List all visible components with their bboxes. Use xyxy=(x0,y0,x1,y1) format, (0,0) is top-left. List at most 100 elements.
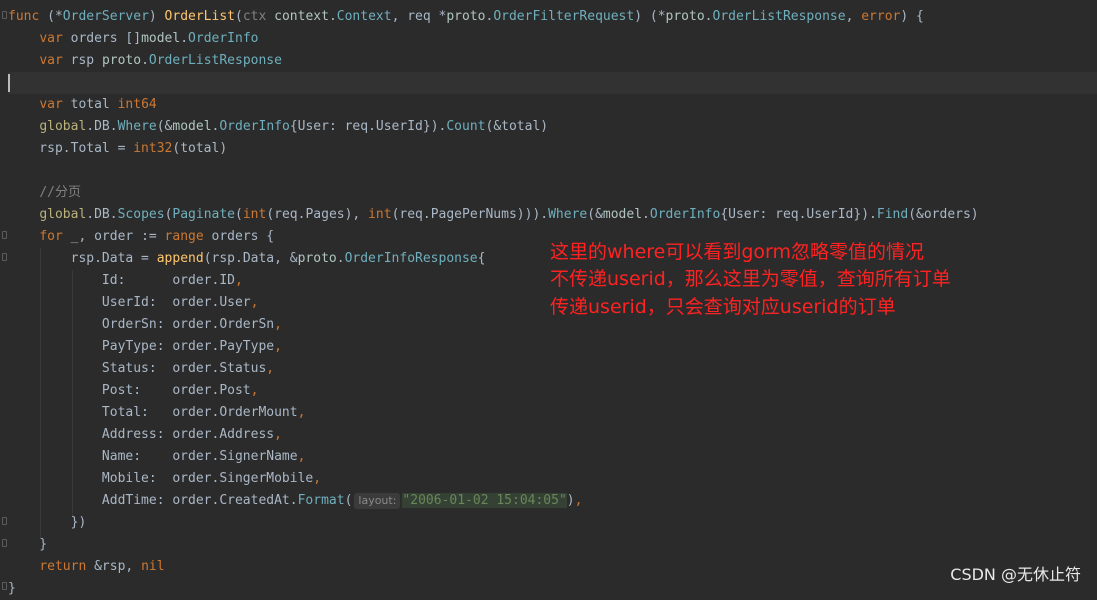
code-token: . xyxy=(86,207,95,222)
code-token: global xyxy=(39,207,87,222)
code-token: (&total) xyxy=(485,119,549,134)
code-line[interactable]: }) xyxy=(8,512,87,534)
code-token: . xyxy=(109,119,118,134)
code-line[interactable]: //分页 xyxy=(8,182,81,204)
code-token: "2006-01-02 15:04:05" xyxy=(402,493,567,508)
code-line[interactable]: Status: order.Status, xyxy=(8,358,274,380)
code-token: (rsp.Data, & xyxy=(203,251,298,266)
annotation-line-2: 不传递userid，那么这里为零值，查询所有订单 xyxy=(550,268,951,290)
code-token: OrderInfo xyxy=(649,207,721,222)
fold-marker-icon[interactable] xyxy=(2,517,7,525)
code-token: int32 xyxy=(133,141,173,156)
code-token: } xyxy=(8,537,48,552)
code-token: Context xyxy=(336,9,392,24)
code-token: }) xyxy=(8,515,87,530)
code-line[interactable]: OrderSn: order.OrderSn, xyxy=(8,314,282,336)
code-token: nil xyxy=(141,559,165,574)
fold-marker-icon[interactable] xyxy=(2,253,7,261)
code-line[interactable]: Id: order.ID, xyxy=(8,270,243,292)
code-line[interactable]: var rsp proto.OrderListResponse xyxy=(8,50,282,72)
code-token: model xyxy=(141,31,181,46)
code-line[interactable]: for _, order := range orders { xyxy=(8,226,274,248)
code-token: OrderInfo xyxy=(219,119,290,134)
code-token: * xyxy=(430,9,447,24)
annotation-line-1: 这里的where可以看到gorm忽略零值的情况 xyxy=(550,241,925,263)
code-token: rsp xyxy=(62,53,102,68)
code-token: . xyxy=(86,119,95,134)
code-line[interactable]: Name: order.SignerName, xyxy=(8,446,306,468)
code-token: ( xyxy=(235,9,243,24)
code-token: var xyxy=(39,97,63,112)
code-line[interactable]: return &rsp, nil xyxy=(8,556,165,578)
code-token: proto xyxy=(446,9,486,24)
code-token: Where xyxy=(117,119,157,134)
code-token: OrderListResponse xyxy=(712,9,846,24)
code-line[interactable]: } xyxy=(8,578,16,600)
code-token: . xyxy=(704,9,713,24)
code-token: proto xyxy=(665,9,705,24)
code-token: , xyxy=(574,493,583,508)
code-line[interactable]: Address: order.Address, xyxy=(8,424,282,446)
code-token: orders [] xyxy=(62,31,142,46)
code-line[interactable]: func (*OrderServer) OrderList(ctx contex… xyxy=(8,6,924,28)
code-line[interactable]: Mobile: order.SingerMobile, xyxy=(8,468,321,490)
fold-marker-icon[interactable] xyxy=(2,539,7,547)
code-token: (& xyxy=(587,207,603,222)
fold-marker-icon[interactable] xyxy=(2,11,7,19)
code-token: error xyxy=(861,9,901,24)
code-token: . xyxy=(336,251,345,266)
code-token: (&orders) xyxy=(908,207,979,222)
code-token: OrderFilterRequest xyxy=(493,9,635,24)
code-line[interactable]: Total: order.OrderMount, xyxy=(8,402,306,424)
code-line[interactable]: Post: order.Post, xyxy=(8,380,259,402)
code-line[interactable]: rsp.Data = append(rsp.Data, &proto.Order… xyxy=(8,248,486,270)
code-token: {User: req.UserId}). xyxy=(720,207,877,222)
code-token: Count xyxy=(446,119,486,134)
code-token: int64 xyxy=(117,97,157,112)
code-line[interactable]: rsp.Total = int32(total) xyxy=(8,138,227,160)
code-line[interactable]: } xyxy=(8,534,47,556)
code-token: OrderServer xyxy=(62,9,149,24)
code-token: model xyxy=(172,119,212,134)
code-token: OrderInfoResponse xyxy=(344,251,478,266)
code-line[interactable]: global.DB.Where(&model.OrderInfo{User: r… xyxy=(8,116,548,138)
code-token: func xyxy=(8,9,40,24)
code-token: , xyxy=(250,295,259,310)
fold-marker-icon[interactable] xyxy=(2,231,7,239)
code-line[interactable]: PayType: order.PayType, xyxy=(8,336,282,358)
code-token: return xyxy=(39,559,87,574)
code-line[interactable]: var total int64 xyxy=(8,94,157,116)
code-token: UserId: order.User xyxy=(8,295,251,310)
code-token: , xyxy=(845,9,862,24)
code-token: Scopes xyxy=(117,207,165,222)
code-token: (total) xyxy=(172,141,228,156)
code-token: rsp.Data = xyxy=(8,251,157,266)
code-token: ) (* xyxy=(634,9,666,24)
code-line[interactable]: var orders []model.OrderInfo xyxy=(8,28,258,50)
code-token: orders { xyxy=(203,229,275,244)
code-token: range xyxy=(164,229,204,244)
code-token: , xyxy=(274,317,282,332)
code-token: ) xyxy=(566,493,575,508)
code-token: (& xyxy=(156,119,173,134)
fold-marker-icon[interactable] xyxy=(2,582,7,590)
code-editor[interactable]: func (*OrderServer) OrderList(ctx contex… xyxy=(0,0,1097,596)
code-token: Address: order.Address xyxy=(8,427,275,442)
code-token: int xyxy=(368,207,392,222)
parameter-hint: layout: xyxy=(354,492,401,509)
code-token: . xyxy=(109,207,118,222)
code-line[interactable]: global.DB.Scopes(Paginate(int(req.Pages)… xyxy=(8,204,979,226)
current-line-highlight xyxy=(0,72,1097,94)
code-token: { xyxy=(477,251,486,266)
code-token: var xyxy=(39,31,63,46)
code-token: (* xyxy=(39,9,63,24)
code-token: //分页 xyxy=(39,185,81,200)
code-token: total xyxy=(62,97,118,112)
code-line[interactable]: AddTime: order.CreatedAt.Format(layout: "… xyxy=(8,490,582,512)
code-line[interactable]: UserId: order.User, xyxy=(8,292,259,314)
code-token: . xyxy=(642,207,650,222)
